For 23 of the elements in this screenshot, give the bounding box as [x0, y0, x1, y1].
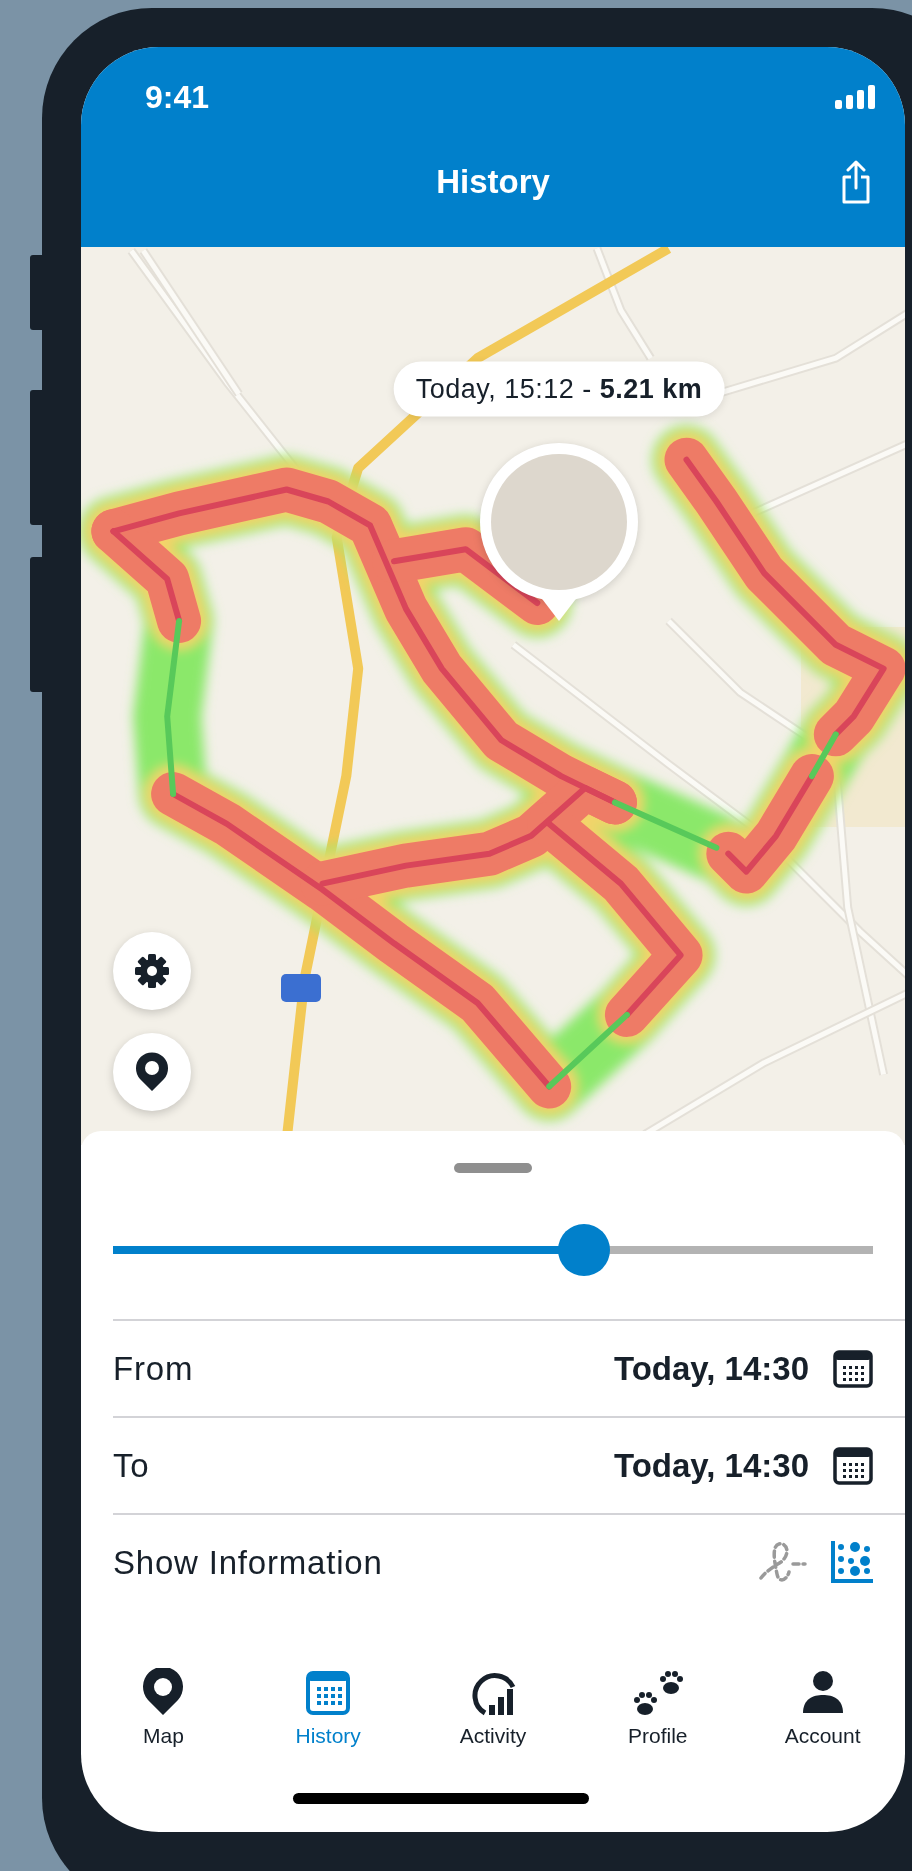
distance-tooltip: Today, 15:12 - 5.21 km [393, 361, 725, 417]
signal-icon [835, 85, 875, 109]
row-label: To [113, 1446, 151, 1485]
date-value[interactable]: Today, 14:30 [613, 1446, 809, 1485]
tab[interactable]: Account [740, 1668, 905, 1748]
pin-icon [135, 1052, 169, 1092]
tab[interactable]: History [245, 1668, 411, 1748]
tab[interactable]: Profile [575, 1668, 741, 1748]
settings-icon [134, 953, 170, 989]
calendar-icon[interactable] [833, 1349, 873, 1388]
share-button[interactable] [841, 160, 871, 204]
date-value[interactable]: Today, 14:30 [613, 1349, 809, 1388]
calendar-icon [304, 1668, 353, 1718]
tab[interactable]: Map [81, 1668, 246, 1748]
heatmap-icon[interactable] [829, 1540, 873, 1585]
row-label: From [113, 1349, 195, 1388]
screen-title: History [436, 163, 550, 201]
calendar-icon[interactable] [833, 1446, 873, 1485]
share-icon [841, 160, 871, 204]
row-label: Show Information [113, 1543, 384, 1582]
status-time: 9:41 [145, 78, 210, 116]
tab[interactable]: Activity [410, 1668, 576, 1748]
drag-handle[interactable] [454, 1163, 532, 1173]
